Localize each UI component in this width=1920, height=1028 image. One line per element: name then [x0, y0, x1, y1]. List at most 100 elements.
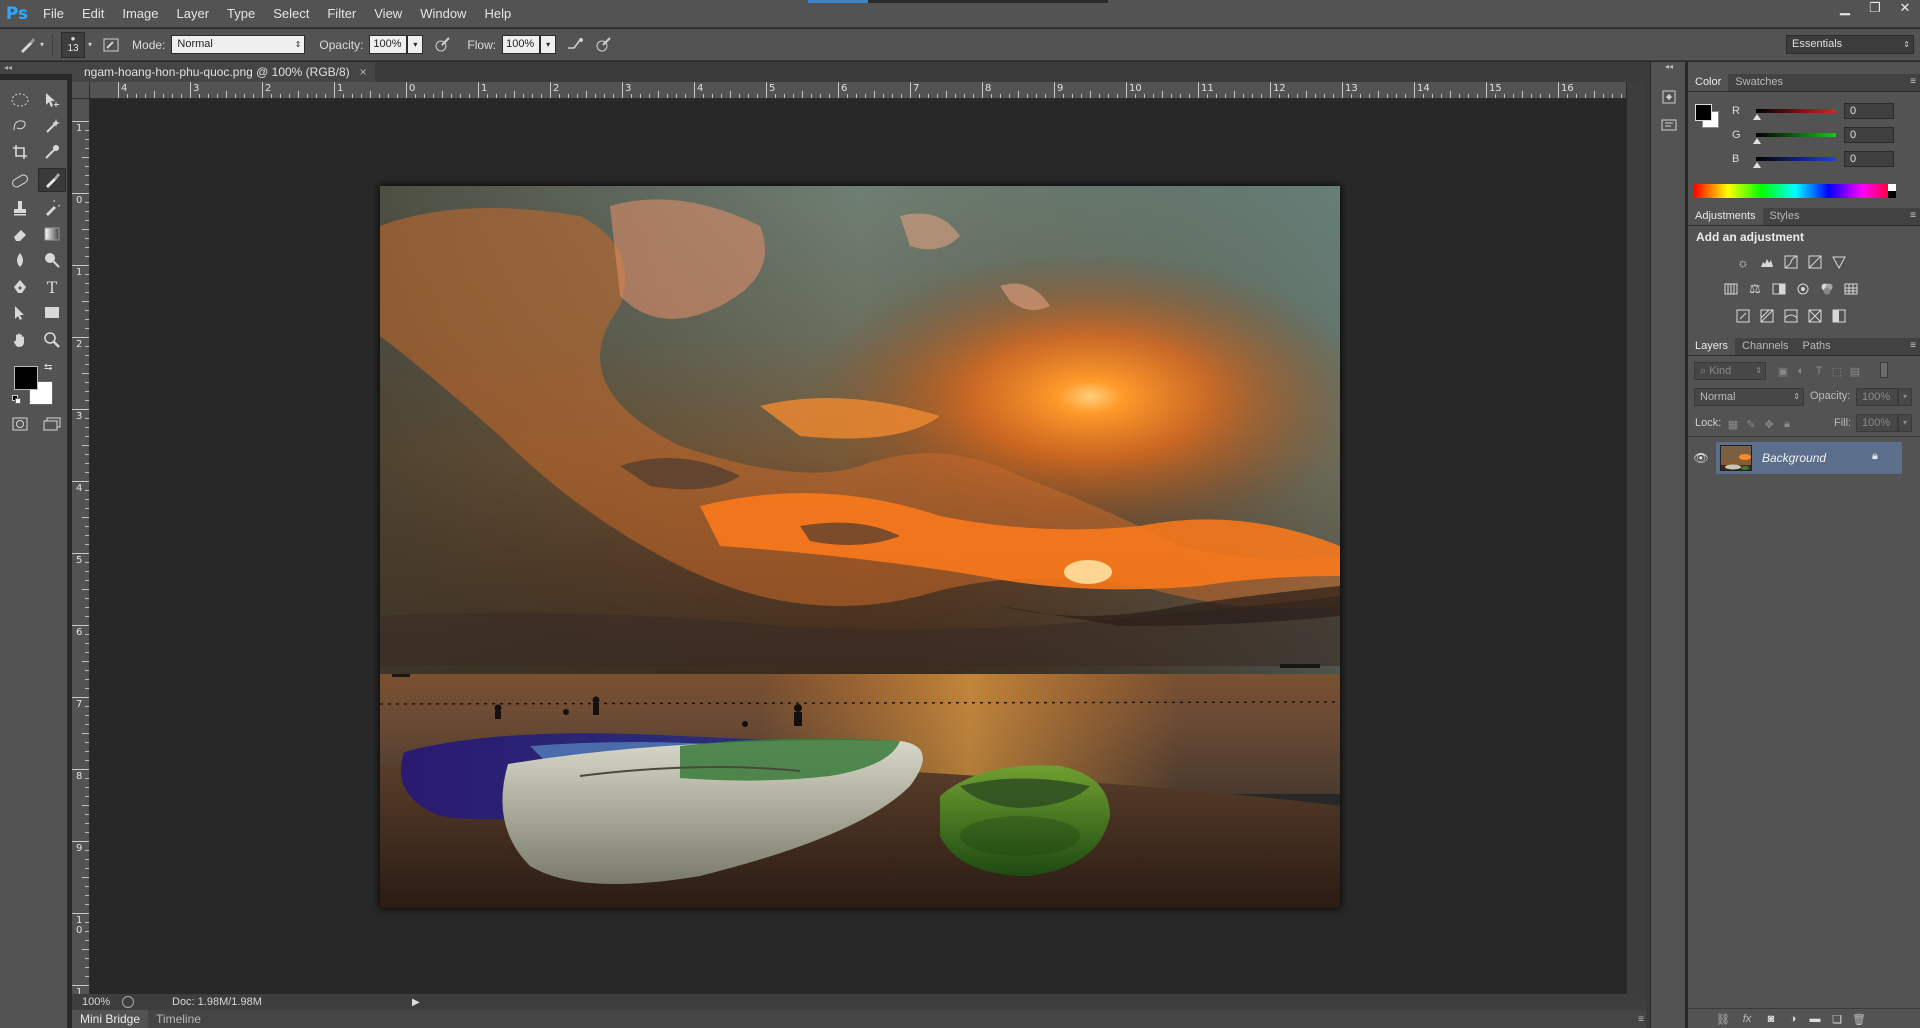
threshold-icon[interactable] — [1782, 307, 1800, 325]
properties-panel-icon[interactable] — [1657, 114, 1681, 136]
menu-window[interactable]: Window — [411, 0, 475, 28]
marquee-tool-icon[interactable] — [6, 88, 34, 112]
layer-row-background[interactable]: 👁︎ Background 🔒︎ — [1688, 442, 1902, 474]
crop-tool-icon[interactable] — [6, 140, 34, 164]
lock-pixels-icon[interactable]: ✎ — [1744, 417, 1758, 431]
ruler-origin[interactable] — [72, 82, 90, 99]
move-tool-icon[interactable] — [38, 88, 66, 112]
panel-menu-icon[interactable]: ≡ — [1910, 340, 1916, 351]
color-lookup-icon[interactable] — [1842, 280, 1860, 298]
green-track[interactable] — [1753, 133, 1836, 144]
menu-view[interactable]: View — [365, 0, 411, 28]
eraser-tool-icon[interactable] — [6, 222, 34, 246]
new-layer-icon[interactable]: ❏ — [1830, 1012, 1844, 1026]
tab-color[interactable]: Color — [1688, 73, 1729, 91]
vertical-ruler[interactable]: 1 0 1 2 3 4 5 6 7 8 9 10 1 — [72, 99, 90, 994]
history-panel-icon[interactable] — [1657, 86, 1681, 108]
layer-fill-input[interactable]: 100% — [1856, 414, 1898, 432]
delete-layer-icon[interactable]: 🗑︎ — [1852, 1012, 1866, 1026]
gradient-tool-icon[interactable] — [38, 222, 66, 246]
workspace-select[interactable]: Essentials ⇕ — [1786, 35, 1914, 54]
selective-color-icon[interactable] — [1830, 307, 1848, 325]
black-swatch-ramp[interactable] — [1888, 191, 1896, 198]
red-thumb[interactable] — [1753, 114, 1761, 120]
blue-track[interactable] — [1753, 157, 1836, 168]
opacity-dropdown-icon[interactable]: ▾ — [407, 35, 424, 54]
menu-select[interactable]: Select — [264, 0, 318, 28]
zoom-level[interactable]: 100% — [72, 996, 118, 1008]
tab-styles[interactable]: Styles — [1763, 207, 1807, 225]
color-spectrum-ramp[interactable] — [1694, 184, 1896, 198]
lock-transparent-icon[interactable]: ▦ — [1726, 417, 1740, 431]
layer-opacity-dropdown-icon[interactable]: ▾ — [1898, 388, 1912, 406]
vibrance-icon[interactable] — [1830, 253, 1848, 271]
white-swatch-ramp[interactable] — [1888, 184, 1896, 191]
lock-position-icon[interactable]: ✥ — [1762, 417, 1776, 431]
filter-shape-icon[interactable]: ⬚ — [1830, 364, 1844, 378]
curves-icon[interactable] — [1782, 253, 1800, 271]
screen-mode-icon[interactable] — [38, 412, 66, 436]
lock-all-icon[interactable]: 🔒︎ — [1780, 417, 1794, 431]
quick-mask-icon[interactable] — [6, 412, 34, 436]
hue-saturation-icon[interactable] — [1722, 280, 1740, 298]
posterize-icon[interactable] — [1758, 307, 1776, 325]
brush-tool-preset-icon[interactable] — [16, 34, 38, 56]
tab-layers[interactable]: Layers — [1688, 337, 1736, 355]
blur-tool-icon[interactable] — [6, 248, 34, 272]
tab-adjustments[interactable]: Adjustments — [1688, 207, 1763, 225]
exposure-icon[interactable] — [1806, 253, 1824, 271]
color-balance-icon[interactable]: ⚖ — [1746, 280, 1764, 298]
eye-visibility-icon[interactable]: 👁︎ — [1688, 442, 1714, 474]
default-colors-icon[interactable] — [12, 395, 22, 405]
new-adjustment-layer-icon[interactable]: ◑ — [1786, 1012, 1800, 1026]
menu-edit[interactable]: Edit — [73, 0, 113, 28]
layer-name[interactable]: Background — [1762, 451, 1826, 465]
status-menu-arrow-icon[interactable]: ▶ — [412, 997, 420, 1008]
history-brush-icon[interactable] — [38, 196, 66, 220]
menu-filter[interactable]: Filter — [318, 0, 365, 28]
path-selection-icon[interactable] — [6, 301, 34, 325]
brush-panel-toggle-icon[interactable] — [100, 34, 122, 56]
photo-filter-icon[interactable] — [1794, 280, 1812, 298]
new-group-icon[interactable]: ▬ — [1808, 1012, 1822, 1026]
gradient-map-icon[interactable] — [1806, 307, 1824, 325]
filter-toggle[interactable] — [1880, 362, 1888, 378]
restore-button[interactable]: ❐ — [1860, 0, 1890, 18]
menu-file[interactable]: File — [34, 0, 73, 28]
layer-blend-mode[interactable]: Normal ⇕ — [1694, 388, 1804, 406]
green-value[interactable]: 0 — [1844, 127, 1894, 143]
proof-icon[interactable] — [122, 996, 134, 1008]
pen-tool-icon[interactable] — [6, 275, 34, 299]
vertical-scrollbar[interactable] — [1626, 82, 1646, 994]
close-button[interactable]: ✕ — [1890, 0, 1920, 18]
healing-brush-icon[interactable] — [6, 169, 34, 193]
document-image[interactable] — [380, 186, 1340, 908]
link-layers-icon[interactable]: ⛓ — [1716, 1012, 1730, 1026]
tab-channels[interactable]: Channels — [1735, 337, 1795, 355]
airbrush-icon[interactable] — [564, 34, 586, 56]
filter-type-icon[interactable]: T — [1812, 364, 1826, 378]
eyedropper-tool-icon[interactable] — [38, 140, 66, 164]
layer-style-icon[interactable]: fx — [1740, 1012, 1754, 1026]
green-slider[interactable]: G 0 — [1732, 124, 1912, 146]
tab-swatches[interactable]: Swatches — [1728, 73, 1790, 91]
rectangle-tool-icon[interactable] — [38, 301, 66, 325]
brush-size-picker[interactable]: ● 13 — [61, 31, 86, 58]
document-tab[interactable]: ngam-hoang-hon-phu-quoc.png @ 100% (RGB/… — [72, 62, 375, 82]
black-white-icon[interactable] — [1770, 280, 1788, 298]
close-tab-icon[interactable]: × — [360, 62, 367, 82]
filter-adjustment-icon[interactable]: ◐ — [1794, 364, 1808, 378]
chevron-down-icon[interactable]: ▾ — [88, 40, 92, 49]
type-tool-icon[interactable]: T — [38, 275, 66, 299]
opacity-input[interactable]: 100% — [369, 35, 408, 54]
flow-dropdown-icon[interactable]: ▾ — [540, 35, 557, 54]
tab-timeline[interactable]: Timeline — [148, 1010, 209, 1028]
minimize-button[interactable]: ▁ — [1830, 0, 1860, 18]
brightness-contrast-icon[interactable]: ☼ — [1734, 253, 1752, 271]
chevron-down-icon[interactable]: ▾ — [40, 40, 44, 49]
invert-icon[interactable] — [1734, 307, 1752, 325]
lasso-tool-icon[interactable] — [6, 114, 34, 138]
layer-filter-kind[interactable]: ⌕ Kind ⇕ — [1694, 362, 1766, 380]
dodge-tool-icon[interactable] — [38, 248, 66, 272]
red-value[interactable]: 0 — [1844, 103, 1894, 119]
